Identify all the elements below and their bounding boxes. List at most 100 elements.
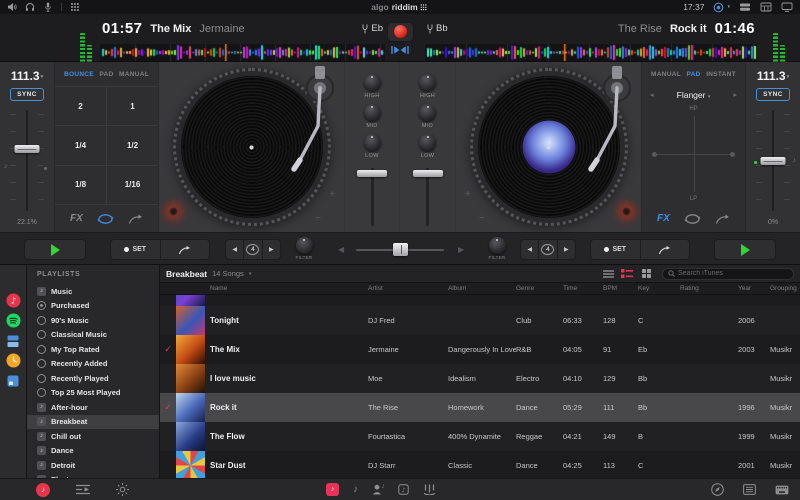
loop-mode-icon[interactable] bbox=[684, 213, 701, 225]
deck2-tonearm[interactable] bbox=[577, 64, 635, 182]
playlist-item[interactable]: ♪Chill out bbox=[27, 429, 159, 444]
playlist-item[interactable]: 90's Music bbox=[27, 313, 159, 328]
column-header-artist[interactable]: Artist bbox=[368, 285, 448, 292]
chevron-down-icon[interactable]: ▾ bbox=[249, 271, 252, 277]
tab-manual[interactable]: MANUAL bbox=[651, 71, 681, 78]
deck2-low-knob[interactable] bbox=[419, 134, 436, 151]
playlist-item[interactable]: ♪Dance bbox=[27, 444, 159, 459]
column-header-time[interactable]: Time bbox=[563, 285, 603, 292]
playlist-item[interactable]: Top 25 Most Played bbox=[27, 386, 159, 401]
crossfade-right-icon[interactable]: ▶ bbox=[458, 245, 464, 254]
record-status-icon[interactable] bbox=[713, 2, 724, 13]
speaker-icon[interactable] bbox=[7, 2, 17, 12]
deck1-fx-toggle[interactable]: FX bbox=[70, 213, 83, 224]
deck1-cue-jump-button[interactable] bbox=[160, 240, 210, 259]
deck1-loop-length[interactable]: 4 bbox=[243, 240, 261, 259]
deck1-bpm-value[interactable]: 111.3▾ bbox=[11, 69, 43, 83]
table-view-icon[interactable] bbox=[760, 2, 772, 12]
pitch-bend-minus[interactable]: − bbox=[479, 213, 485, 224]
column-header-album[interactable]: Album bbox=[448, 285, 516, 292]
grid-icon[interactable] bbox=[70, 2, 80, 12]
deck2-pitch-handle[interactable] bbox=[761, 157, 786, 165]
track-row[interactable]: TonightDJ FredClub06:33128C2006 bbox=[160, 306, 800, 335]
deck2-volume-fader[interactable] bbox=[411, 165, 445, 226]
loop-mode-icon[interactable] bbox=[97, 213, 114, 225]
bounce-arc-icon[interactable] bbox=[715, 213, 730, 225]
deck2-cue-jump-button[interactable] bbox=[640, 240, 690, 259]
track-row[interactable]: GrooveJoelIndie Rock02:47138C2001 bbox=[160, 295, 800, 306]
track-row[interactable]: ✓The MixJermaineDangerously In LoveR&B04… bbox=[160, 335, 800, 364]
playlist-item[interactable]: My Top Rated bbox=[27, 342, 159, 357]
effect-next-button[interactable]: ▸ bbox=[733, 91, 737, 99]
loop-pad-half[interactable]: 1/2 bbox=[107, 126, 158, 164]
fx-xy-pad[interactable]: HP LP bbox=[650, 103, 737, 205]
loop-pad-quarter[interactable]: 1/4 bbox=[55, 126, 106, 164]
deck2-play-button[interactable] bbox=[714, 239, 776, 260]
column-header-year[interactable]: Year bbox=[738, 285, 770, 292]
tab-pad[interactable]: PAD bbox=[99, 71, 113, 78]
queue-icon[interactable] bbox=[76, 484, 90, 495]
deck1-loop-double-button[interactable]: ▶ bbox=[262, 240, 280, 259]
track-row[interactable]: ✓Rock itThe RiseHomeworkDance05:29111Bb1… bbox=[160, 393, 800, 422]
deck1-high-knob[interactable] bbox=[364, 74, 381, 91]
deck2-loop-length[interactable]: 4 bbox=[538, 240, 556, 259]
playlist-item[interactable]: ♪After-hour bbox=[27, 400, 159, 415]
deck1-pitch-handle[interactable] bbox=[15, 145, 40, 153]
deck1-play-button[interactable] bbox=[24, 239, 86, 260]
pitch-bend-plus[interactable]: + bbox=[329, 189, 335, 200]
playlist-item[interactable]: Purchased bbox=[27, 299, 159, 314]
mic-icon[interactable] bbox=[43, 2, 53, 12]
tab-instant[interactable]: INSTANT bbox=[706, 71, 736, 78]
explorer-source-icon[interactable] bbox=[6, 373, 21, 388]
albums-tab-icon[interactable]: ♪ bbox=[398, 484, 409, 495]
music-library-icon[interactable]: ♪ bbox=[36, 483, 50, 497]
deck2-fx-toggle[interactable]: FX bbox=[657, 213, 670, 224]
playlist-item[interactable]: Recently Played bbox=[27, 371, 159, 386]
crossfader[interactable] bbox=[356, 241, 444, 258]
track-row[interactable]: I love musicMoeIdealismElectro04:10129Bb… bbox=[160, 364, 800, 393]
songs-tab-icon[interactable]: ♪ bbox=[326, 483, 339, 496]
artists-tab-icon[interactable]: ♪ bbox=[372, 484, 384, 495]
tracks-tab-icon[interactable]: ♪ bbox=[353, 484, 358, 495]
list-panel-icon[interactable] bbox=[743, 484, 756, 495]
column-header-name[interactable]: Name bbox=[210, 285, 368, 292]
crossfader-handle[interactable] bbox=[393, 243, 408, 256]
deck2-mid-knob[interactable] bbox=[419, 104, 436, 121]
tab-pad[interactable]: PAD bbox=[687, 71, 701, 78]
display-icon[interactable] bbox=[781, 2, 793, 12]
headphones-icon[interactable] bbox=[25, 2, 35, 12]
deck1-waveform[interactable] bbox=[100, 44, 385, 61]
deck1-set-button[interactable]: SET bbox=[111, 240, 160, 259]
playlist-item[interactable]: ♪Detroit bbox=[27, 458, 159, 473]
loop-pad-eighth[interactable]: 1/8 bbox=[55, 166, 106, 204]
grid-view-icon[interactable] bbox=[639, 269, 653, 279]
brightness-icon[interactable] bbox=[116, 483, 129, 496]
deck2-loop-halve-button[interactable]: ◀ bbox=[521, 240, 538, 259]
deck1-filter-knob[interactable] bbox=[296, 237, 313, 254]
deck2-volume-handle[interactable] bbox=[413, 170, 443, 177]
keyboard-icon[interactable] bbox=[775, 485, 789, 495]
playlist-item[interactable]: Classical Music bbox=[27, 328, 159, 343]
deck1-mid-knob[interactable] bbox=[364, 104, 381, 121]
column-header-genre[interactable]: Genre bbox=[516, 285, 563, 292]
deck1-volume-handle[interactable] bbox=[357, 170, 387, 177]
genres-tab-icon[interactable] bbox=[423, 484, 436, 495]
loop-pad-sixteenth[interactable]: 1/16 bbox=[107, 166, 158, 204]
record-button[interactable] bbox=[387, 22, 414, 42]
browse-compass-icon[interactable] bbox=[711, 483, 724, 496]
decks-view-icon[interactable] bbox=[739, 2, 751, 12]
column-header-rating[interactable]: Rating bbox=[680, 285, 738, 292]
loop-pad-2[interactable]: 2 bbox=[55, 87, 106, 125]
playlist-item[interactable]: ♪Music bbox=[27, 284, 159, 299]
automix-icon[interactable] bbox=[391, 45, 409, 55]
deck1-tonearm[interactable] bbox=[280, 64, 338, 182]
tab-bounce[interactable]: BOUNCE bbox=[64, 71, 94, 78]
files-source-icon[interactable] bbox=[6, 333, 21, 348]
deck2-bpm-value[interactable]: 111.3▾ bbox=[757, 69, 789, 83]
column-header-bpm[interactable]: BPM bbox=[603, 285, 638, 292]
deck2-waveform[interactable] bbox=[425, 44, 757, 61]
deck2-sync-button[interactable]: SYNC bbox=[756, 88, 790, 101]
search-input[interactable] bbox=[678, 270, 788, 277]
deck1-loop-halve-button[interactable]: ◀ bbox=[226, 240, 243, 259]
pitch-bend-minus[interactable]: − bbox=[315, 213, 321, 224]
